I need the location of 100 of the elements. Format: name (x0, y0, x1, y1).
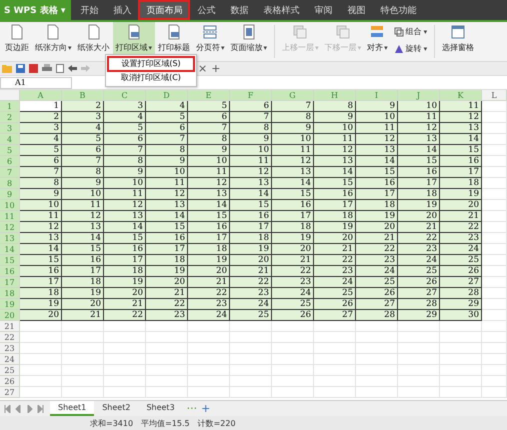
menu-tab[interactable]: 表格样式 (257, 2, 306, 18)
row-header[interactable]: 13 (0, 233, 20, 244)
sheet-navigation-icon[interactable] (4, 404, 44, 412)
column-header[interactable]: B (62, 90, 104, 101)
folder-icon[interactable] (2, 64, 12, 73)
menu-tab[interactable]: 页面布局 (140, 2, 188, 18)
table-cell: 2 (20, 112, 62, 123)
table-cell: 23 (314, 266, 356, 277)
column-header[interactable]: A (20, 90, 62, 101)
name-box[interactable]: A1 (0, 76, 72, 88)
table-cell: 26 (314, 299, 356, 310)
undo-icon[interactable] (68, 65, 77, 72)
corner-cell[interactable] (0, 90, 20, 101)
row-header[interactable]: 24 (0, 354, 20, 365)
menu-tab[interactable]: 特色功能 (374, 2, 422, 18)
row-header[interactable]: 4 (0, 134, 20, 145)
table-cell: 13 (188, 189, 230, 200)
menu-tab[interactable]: 视图 (341, 2, 372, 18)
row-header[interactable]: 6 (0, 156, 20, 167)
table-cell: 17 (230, 222, 272, 233)
ribbon-button[interactable]: 纸张大小 (74, 22, 113, 61)
menu-item[interactable]: 设置打印区域(S) (109, 58, 193, 70)
table-cell: 22 (104, 310, 146, 321)
row-header[interactable]: 16 (0, 266, 20, 277)
row-header[interactable]: 17 (0, 277, 20, 288)
row-header[interactable]: 8 (0, 178, 20, 189)
ribbon-button[interactable]: 页边距 (2, 22, 32, 61)
column-header[interactable]: J (398, 90, 440, 101)
column-header[interactable]: K (440, 90, 482, 101)
row-header[interactable]: 26 (0, 376, 20, 387)
column-header[interactable]: H (314, 90, 356, 101)
column-header[interactable]: F (230, 90, 272, 101)
new-tab-button[interactable]: + (211, 63, 220, 74)
row-header[interactable]: 3 (0, 123, 20, 134)
row-header[interactable]: 22 (0, 332, 20, 343)
column-header[interactable]: G (272, 90, 314, 101)
menu-tab[interactable]: 数据 (224, 2, 254, 18)
table-cell (398, 365, 440, 376)
table-cell: 10 (398, 101, 440, 112)
table-cell: 11 (20, 211, 62, 222)
table-cell: 27 (356, 299, 398, 310)
add-sheet-button[interactable]: + (201, 403, 210, 414)
table-cell: 19 (104, 277, 146, 288)
menu-tab[interactable]: 插入 (107, 2, 138, 18)
row-header[interactable]: 12 (0, 222, 20, 233)
row-header[interactable]: 1 (0, 101, 20, 112)
row-header[interactable]: 5 (0, 145, 20, 156)
table-cell: 25 (272, 299, 314, 310)
table-cell: 17 (272, 211, 314, 222)
row-header[interactable]: 20 (0, 310, 20, 321)
table-cell: 11 (314, 134, 356, 145)
row-header[interactable]: 23 (0, 343, 20, 354)
table-cell: 8 (62, 167, 104, 178)
table-cell: 27 (314, 310, 356, 321)
table-cell: 23 (272, 277, 314, 288)
print-icon[interactable] (42, 64, 52, 73)
row-header[interactable]: 9 (0, 189, 20, 200)
app-menu-button[interactable]: S WPS 表格 ▾ (0, 0, 72, 20)
table-cell: 16 (62, 255, 104, 266)
table-cell (20, 365, 62, 376)
close-tab-button[interactable]: × (198, 63, 208, 74)
row-header[interactable]: 18 (0, 288, 20, 299)
table-cell (356, 354, 398, 365)
redo-icon[interactable] (81, 65, 90, 72)
table-cell: 7 (104, 145, 146, 156)
save-icon[interactable] (16, 64, 25, 73)
row-header[interactable]: 11 (0, 211, 20, 222)
row-header[interactable]: 15 (0, 255, 20, 266)
row-header[interactable]: 7 (0, 167, 20, 178)
table-cell (146, 354, 188, 365)
page-icon (9, 24, 25, 40)
table-cell: 10 (314, 123, 356, 134)
row-header[interactable]: 14 (0, 244, 20, 255)
table-cell: 18 (272, 222, 314, 233)
row-header[interactable]: 27 (0, 387, 20, 398)
table-cell (314, 321, 356, 332)
sheet-tab[interactable]: Sheet2 (94, 401, 138, 416)
table-cell: 4 (146, 101, 188, 112)
row-header[interactable]: 10 (0, 200, 20, 211)
sheet-tab[interactable]: Sheet3 (138, 401, 183, 416)
column-header[interactable]: D (146, 90, 188, 101)
row-header[interactable]: 21 (0, 321, 20, 332)
column-header[interactable]: I (356, 90, 398, 101)
preview-icon[interactable] (56, 64, 64, 73)
column-header[interactable]: L (482, 90, 507, 101)
column-header[interactable]: C (104, 90, 146, 101)
menu-tab[interactable]: 审阅 (308, 2, 338, 18)
column-header[interactable]: E (188, 90, 230, 101)
row-header[interactable]: 25 (0, 365, 20, 376)
row-header[interactable]: 2 (0, 112, 20, 123)
sheet-tab[interactable]: Sheet1 (50, 401, 94, 416)
menu-tab[interactable]: 公式 (191, 2, 222, 18)
group-icon (394, 26, 404, 36)
menu-item[interactable]: 取消打印区域(C) (109, 72, 193, 84)
table-cell: 20 (356, 222, 398, 233)
menu-tab[interactable]: 开始 (74, 2, 104, 18)
more-sheets-button[interactable]: ··· (186, 403, 198, 414)
row-header[interactable]: 19 (0, 299, 20, 310)
ribbon-button[interactable]: 选择窗格 (439, 22, 478, 61)
table-cell: 25 (440, 255, 482, 266)
